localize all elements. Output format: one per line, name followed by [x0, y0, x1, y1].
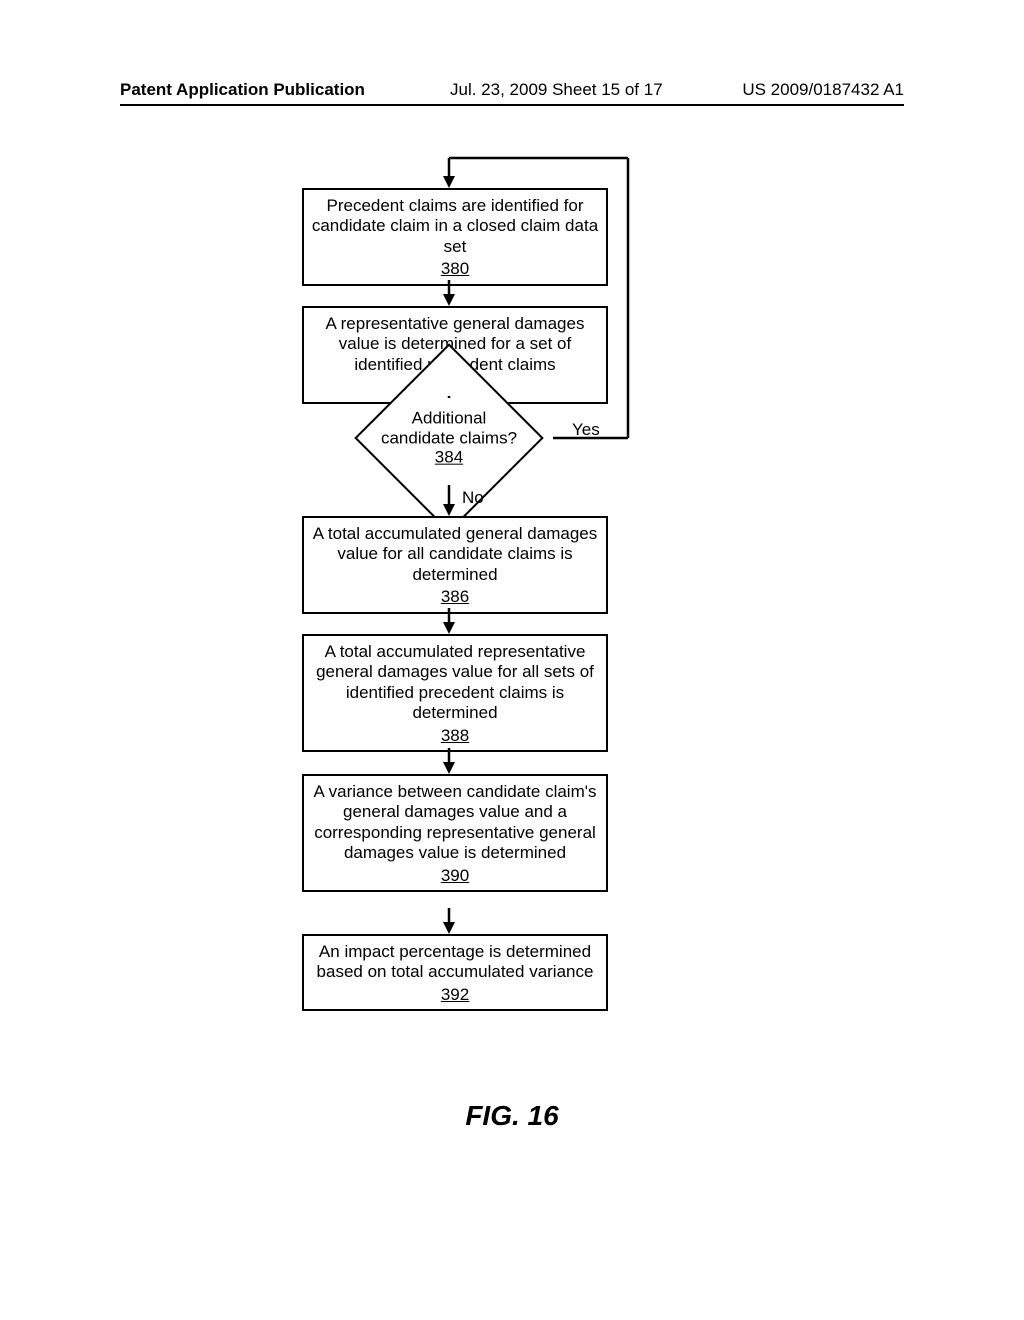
page: Patent Application Publication Jul. 23, …	[0, 0, 1024, 1320]
figure-label: FIG. 16	[0, 1100, 1024, 1132]
